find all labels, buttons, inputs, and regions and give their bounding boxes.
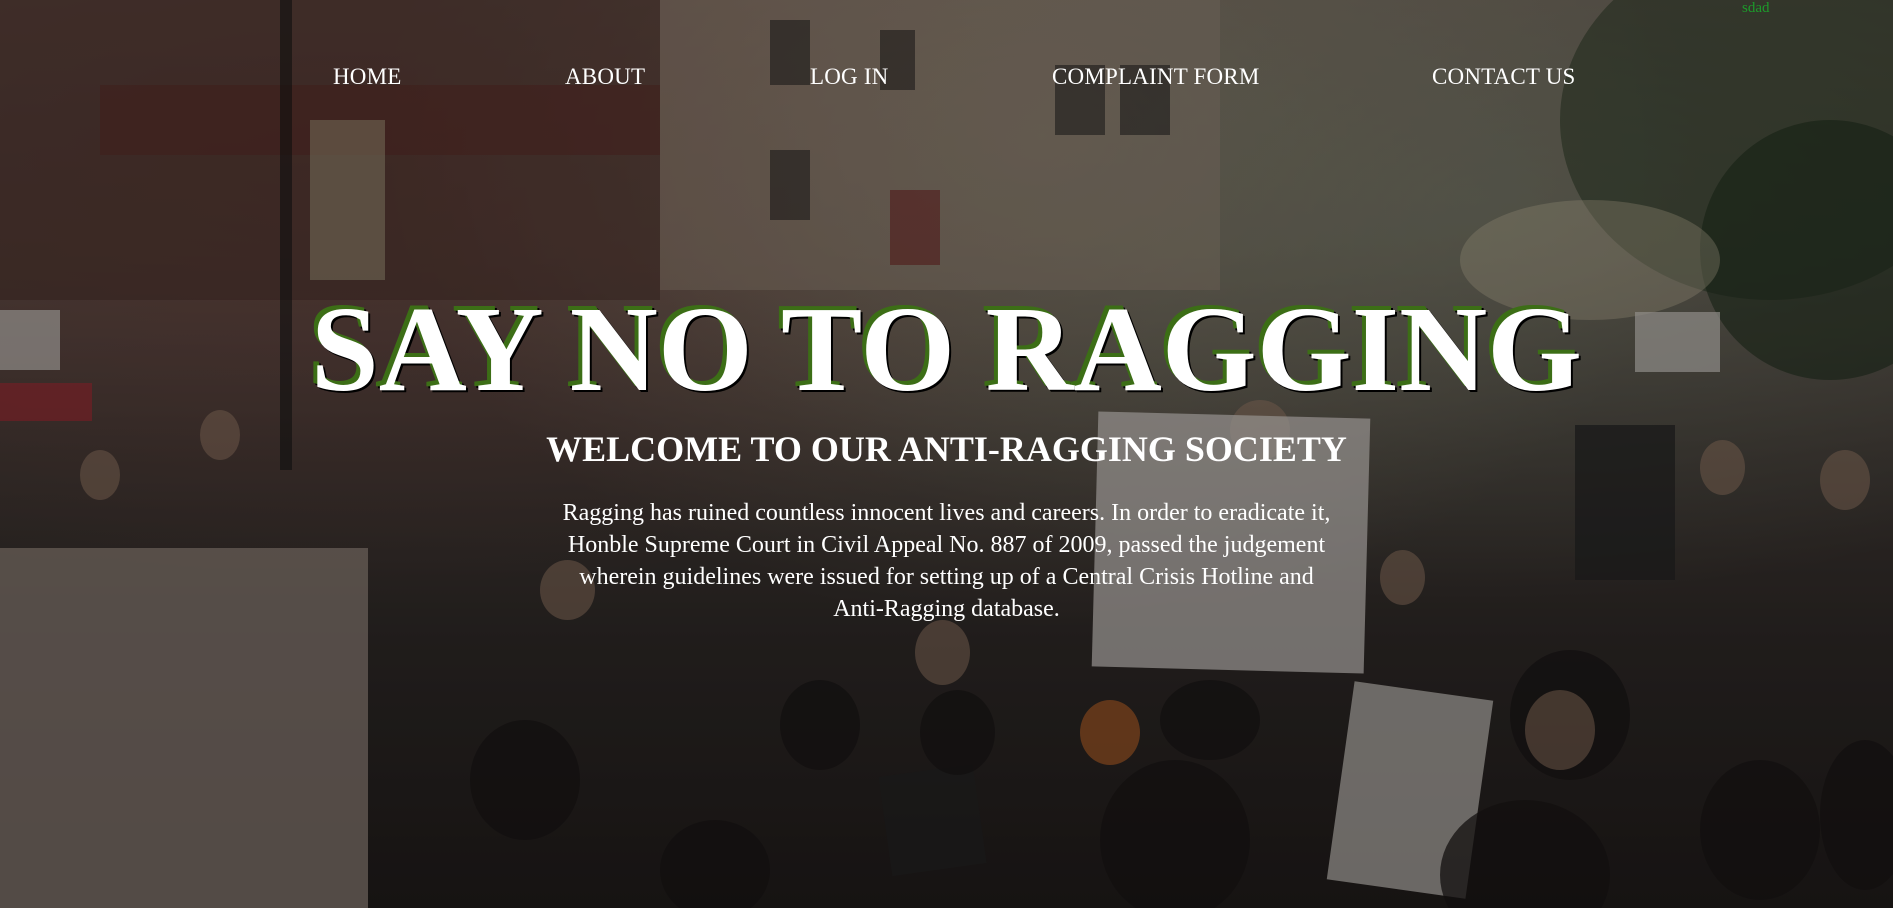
nav-home[interactable]: HOME	[333, 64, 402, 90]
hero-subtitle: WELCOME TO OUR ANTI-RAGGING SOCIETY	[546, 429, 1347, 469]
nav-login[interactable]: LOG IN	[810, 64, 889, 90]
hero-section: sdad HOME ABOUT LOG IN COMPLAINT FORM CO…	[0, 0, 1893, 908]
hero-title: SAY NO TO RAGGING	[310, 282, 1583, 417]
main-nav: HOME ABOUT LOG IN COMPLAINT FORM CONTACT…	[0, 64, 1893, 94]
corner-text: sdad	[1742, 0, 1770, 16]
hero-intro-text: Ragging has ruined countless innocent li…	[562, 500, 1331, 622]
nav-complaint-form[interactable]: COMPLAINT FORM	[1052, 64, 1260, 90]
nav-contact-us[interactable]: CONTACT US	[1432, 64, 1576, 90]
nav-about[interactable]: ABOUT	[565, 64, 645, 90]
